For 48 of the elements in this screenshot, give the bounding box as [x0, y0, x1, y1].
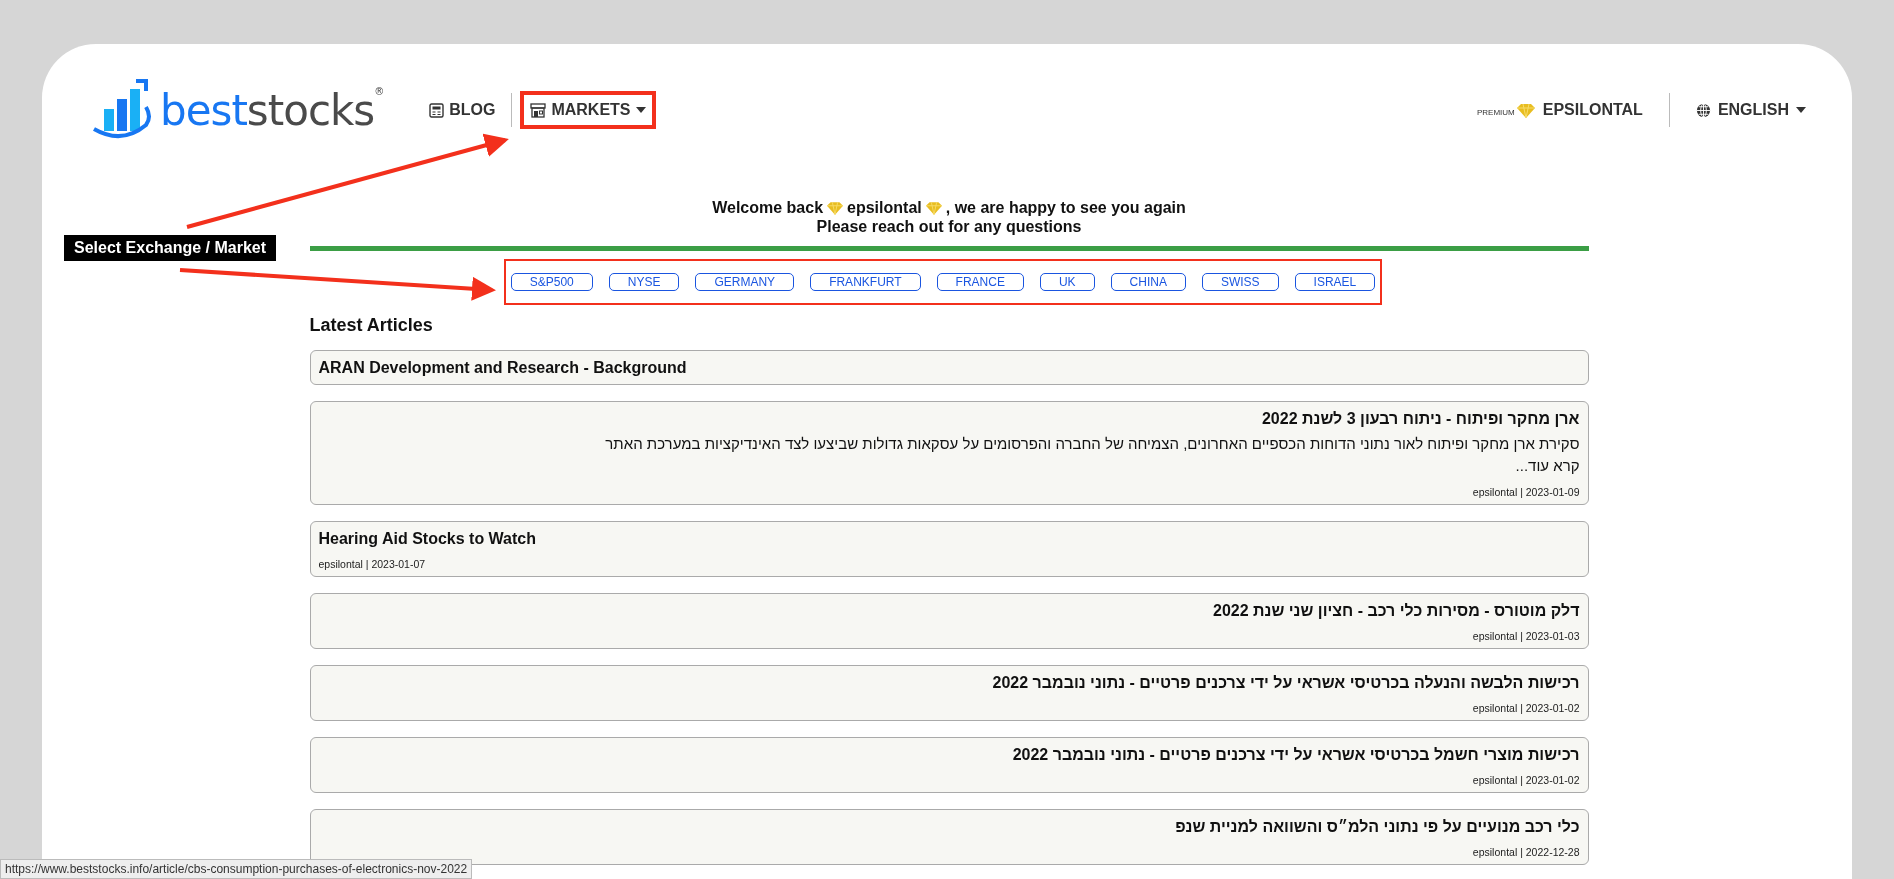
storefront-icon: [530, 102, 547, 118]
account-link[interactable]: EPSILONTAL: [1542, 101, 1643, 119]
market-button[interactable]: SWISS: [1201, 273, 1279, 291]
market-button[interactable]: FRANKFURT: [810, 273, 921, 291]
read-more-link[interactable]: קרא עוד...: [318, 455, 1580, 477]
market-button[interactable]: CHINA: [1110, 273, 1186, 291]
caret-icon: [1796, 107, 1806, 113]
market-button[interactable]: UK: [1039, 273, 1095, 291]
caret-icon: [635, 107, 646, 113]
article-title[interactable]: רכישות מוצרי חשמל בכרטיסי אשראי על ידי צרכנים פרטיים - נתוני נובמבר 2022: [318, 745, 1580, 765]
diamond-icon: [1516, 102, 1535, 118]
article-excerpt: סקירת ארן מחקר ופיתוח לאור נתוני הדוחות הכספיים האחרונים, הצמיחה של החברה והפרסומים על עסקאות גדולות שביצעו לצד האינדיקציות במערכת האתר: [604, 434, 1580, 454]
article-meta: epsilontal | 2023-01-02: [1471, 774, 1580, 786]
article-meta: epsilontal | 2023-01-07: [318, 558, 427, 570]
language-selector[interactable]: ENGLISH: [1695, 101, 1806, 119]
article-title[interactable]: ARAN Development and Research - Background: [318, 358, 1580, 378]
username-text: epsilontal: [847, 198, 922, 217]
premium-label: PREMIUM: [1476, 107, 1515, 117]
article-meta: epsilontal | 2023-01-02: [1471, 702, 1580, 714]
article-card[interactable]: Hearing Aid Stocks to Watch epsilontal | 2023-01-07: [309, 521, 1589, 577]
article-card[interactable]: [309, 401, 1589, 505]
article-meta: epsilontal | 2022-12-28: [1471, 846, 1580, 858]
market-button[interactable]: GERMANY: [695, 273, 795, 291]
section-heading: Latest Articles: [309, 315, 434, 336]
market-button[interactable]: FRANCE: [936, 273, 1024, 291]
article-title[interactable]: Hearing Aid Stocks to Watch: [318, 529, 1580, 549]
article-title[interactable]: ארן מחקר ופיתוח - ניתוח רבעון 3 לשנת 2022: [318, 409, 1580, 429]
market-button[interactable]: ISRAEL: [1294, 273, 1376, 291]
nav-link[interactable]: BLOG: [429, 101, 496, 119]
market-button[interactable]: NYSE: [608, 273, 680, 291]
welcome-text: Welcome back: [712, 198, 824, 217]
status-bar-url: https://www.beststocks.info/article/cbs-consumption-purchases-of-electronics-nov-2022: [0, 859, 473, 879]
article-title[interactable]: דלק מוטורס - מסירות כלי רכב - חציון שני שנת 2022: [318, 601, 1580, 621]
nav-link[interactable]: MARKETS: [530, 101, 646, 119]
diamond-icon: [925, 200, 942, 215]
article-title[interactable]: רכישות הלבשה והנעלה בכרטיסי אשראי על ידי צרכנים פרטיים - נתוני נובמבר 2022: [318, 673, 1580, 693]
welcome-text: , we are happy to see you again: [945, 198, 1186, 217]
market-button[interactable]: S&P500: [510, 273, 593, 291]
article-title[interactable]: כלי רכב מנועיים על פי נתוני הלמ״ס והשוואה למניית שנפ: [318, 817, 1580, 837]
globe-icon: [1695, 102, 1711, 118]
article-meta: epsilontal | 2023-01-03: [1471, 630, 1580, 642]
newspaper-icon: [429, 102, 445, 118]
diamond-icon: [827, 200, 844, 215]
annotation-label: Select Exchange / Market: [64, 235, 277, 261]
article-card[interactable]: ARAN Development and Research - Background: [309, 350, 1589, 385]
logo-wordmark[interactable]: beststocks$^{®}$: [160, 85, 384, 135]
article-meta: epsilontal | 2023-01-09: [1471, 486, 1580, 498]
support-text: Please reach out for any questions: [815, 217, 1083, 236]
